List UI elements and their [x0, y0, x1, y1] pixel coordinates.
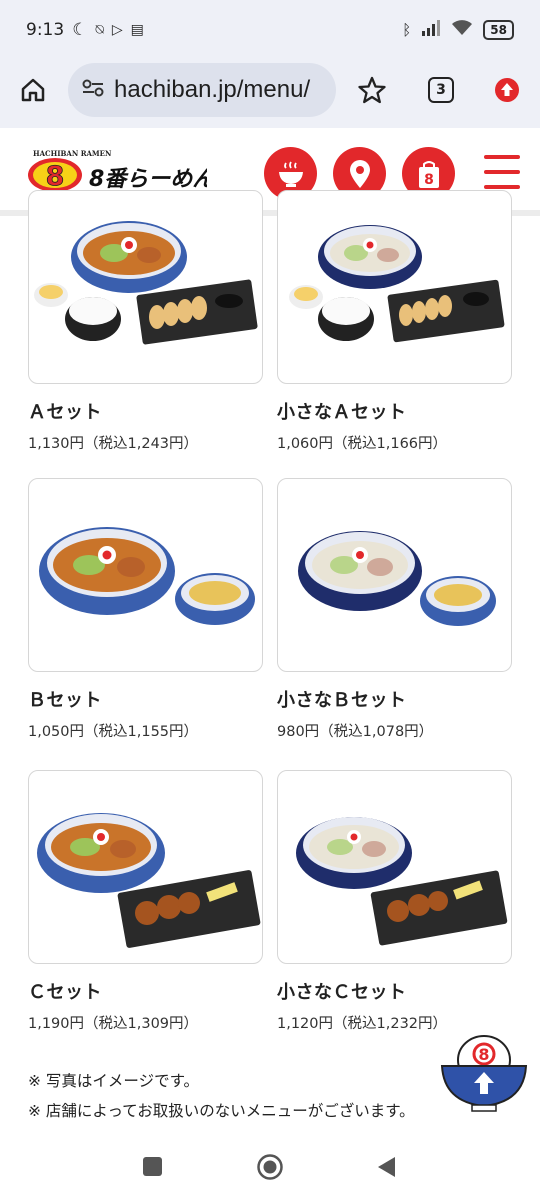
tab-switcher-button[interactable]: 3 [428, 77, 454, 103]
a-set-photo [34, 221, 258, 345]
takeout-bag-icon: 8 [418, 160, 439, 188]
b-set-photo [39, 527, 255, 625]
logo-name-text: 8番らーめん [89, 167, 207, 192]
hamburger-menu-icon[interactable] [484, 155, 520, 189]
menu-item-price: 1,190円（税込1,309円） [28, 1016, 199, 1032]
menu-card-image[interactable] [277, 190, 512, 384]
note-photo: ※ 写真はイメージです。 [28, 1072, 200, 1090]
arrow-up-circle-icon[interactable] [494, 77, 520, 107]
small-b-set-photo [298, 531, 496, 626]
menu-item-name[interactable]: 小さなＡセット [277, 398, 512, 424]
ramen-bowl-icon [278, 161, 303, 187]
tune-icon[interactable] [82, 78, 104, 102]
takeout-bag-mark: 8 [424, 172, 434, 188]
menu-item-name[interactable]: 小さなＣセット [277, 978, 512, 1004]
menu-item-price: 980円（税込1,078円） [277, 724, 434, 740]
menu-card[interactable]: 小さなＢセット 980円（税込1,078円） [277, 478, 512, 741]
scroll-to-top-button[interactable]: 8 [440, 1032, 528, 1114]
menu-card-image[interactable] [28, 478, 263, 672]
menu-card-image[interactable] [28, 190, 263, 384]
logo-mark: 8 [46, 161, 65, 192]
signal-icon [421, 19, 441, 41]
menu-card-image[interactable] [277, 478, 512, 672]
system-nav-bar [0, 1135, 540, 1199]
bowl-arrow-up-icon: 8 [440, 1035, 528, 1112]
menu-notes: ※ 写真はイメージです。 ※ 店舗によってお取扱いのないメニューがございます。 [28, 1066, 415, 1126]
home-icon[interactable] [20, 77, 46, 107]
battery-icon: 58 [483, 20, 514, 40]
menu-item-price: 1,050円（税込1,155円） [28, 724, 199, 740]
menu-item-price: 1,060円（税込1,166円） [277, 436, 448, 452]
moon-icon: ☾ [72, 20, 88, 40]
calendar-icon: ▤ [130, 22, 144, 38]
site-logo[interactable]: HACHIBAN RAMEN 8 8番らーめん [27, 148, 215, 196]
menu-item-name[interactable]: Ｃセット [28, 978, 263, 1004]
small-c-set-photo [296, 817, 508, 946]
address-bar[interactable]: hachiban.jp/menu/ [68, 63, 336, 117]
location-pin-icon [349, 159, 370, 188]
small-a-set-photo [289, 225, 505, 343]
play-store-icon: ▷ [111, 22, 123, 38]
c-set-photo [37, 813, 261, 948]
menu-card[interactable]: Ａセット 1,130円（税込1,243円） [28, 190, 263, 453]
status-bar: 9:13 ☾ ⍉ ▷ ▤ ᛒ 58 [0, 0, 540, 60]
menu-item-price: 1,120円（税込1,232円） [277, 1016, 448, 1032]
back-icon[interactable] [375, 1155, 397, 1183]
menu-card[interactable]: Ｃセット 1,190円（税込1,309円） [28, 770, 263, 1033]
browser-toolbar: hachiban.jp/menu/ 3 [0, 60, 540, 128]
menu-card[interactable]: Ｂセット 1,050円（税込1,155円） [28, 478, 263, 741]
star-icon[interactable] [358, 76, 386, 108]
wifi-icon [451, 19, 473, 41]
recents-icon[interactable] [143, 1157, 162, 1176]
logo-top-text: HACHIBAN RAMEN [33, 149, 112, 158]
menu-item-price: 1,130円（税込1,243円） [28, 436, 199, 452]
scroll-top-mark: 8 [478, 1045, 489, 1064]
menu-item-name[interactable]: Ｂセット [28, 686, 263, 712]
status-time: 9:13 [26, 20, 65, 40]
muted-alarm-icon: ⍉ [95, 22, 104, 38]
menu-card-image[interactable] [28, 770, 263, 964]
menu-card-image[interactable] [277, 770, 512, 964]
menu-item-name[interactable]: Ａセット [28, 398, 263, 424]
menu-card[interactable]: 小さなＣセット 1,120円（税込1,232円） [277, 770, 512, 1033]
bluetooth-icon: ᛒ [402, 21, 412, 39]
menu-card[interactable]: 小さなＡセット 1,060円（税込1,166円） [277, 190, 512, 453]
home-nav-icon[interactable] [256, 1153, 284, 1185]
menu-item-name[interactable]: 小さなＢセット [277, 686, 512, 712]
url-text[interactable]: hachiban.jp/menu/ [114, 76, 310, 104]
note-availability: ※ 店舗によってお取扱いのないメニューがございます。 [28, 1102, 415, 1120]
